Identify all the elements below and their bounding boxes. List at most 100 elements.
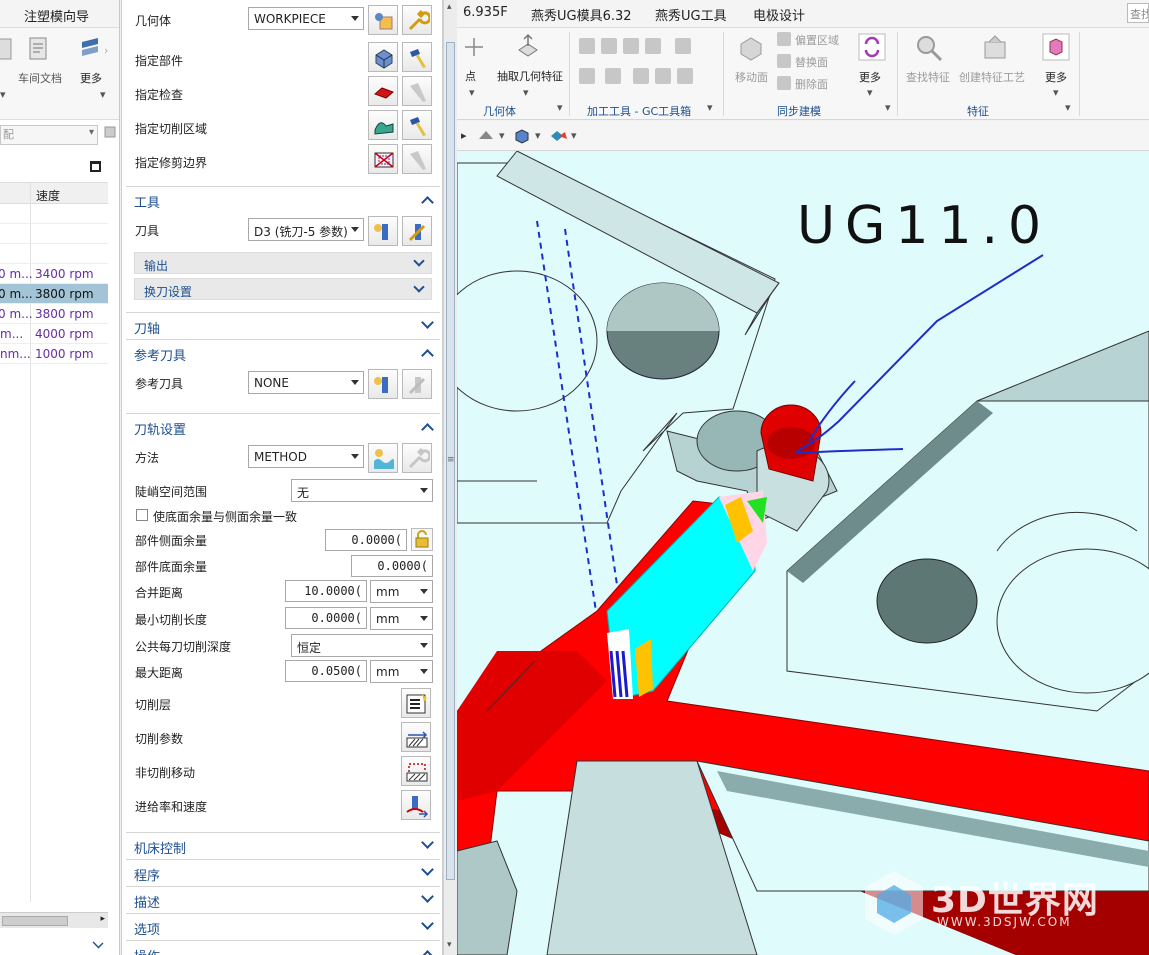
- gc-tool-icon[interactable]: [601, 38, 617, 54]
- merge-distance-input[interactable]: 10.0000(: [285, 580, 367, 602]
- gc-tool-icon[interactable]: [579, 38, 595, 54]
- feeds-speeds-button[interactable]: [401, 790, 431, 820]
- expand-chevron-icon[interactable]: [92, 937, 104, 949]
- find-feature-label[interactable]: 查找特征: [906, 69, 950, 85]
- offset-region-icon[interactable]: [777, 32, 791, 46]
- gc-tool-icon[interactable]: [579, 68, 595, 84]
- method-select[interactable]: METHOD: [248, 445, 364, 468]
- point-label[interactable]: 点: [465, 68, 476, 84]
- toolbar-icon[interactable]: [0, 36, 18, 62]
- feature-more-label[interactable]: 更多: [1045, 69, 1067, 85]
- select-check-button[interactable]: [368, 76, 398, 106]
- chevron-down-icon[interactable]: ▾: [867, 86, 873, 99]
- tool-change-subsection[interactable]: 换刀设置: [134, 278, 432, 300]
- delete-face-icon[interactable]: [777, 76, 791, 90]
- tool-section-header[interactable]: 工具: [126, 186, 440, 212]
- filter-config-icon[interactable]: [103, 123, 119, 143]
- table-row[interactable]: m... 4000 rpm: [0, 324, 108, 344]
- menu-electrode[interactable]: 电极设计: [753, 5, 805, 24]
- ribbon-chevron-icon[interactable]: ▾: [0, 88, 6, 101]
- filter-dropdown[interactable]: 配 ▾: [0, 125, 98, 145]
- max-distance-unit[interactable]: mm: [370, 660, 433, 683]
- ribbon-arrow-icon[interactable]: ›: [104, 44, 108, 57]
- dialog-scrollbar[interactable]: ▴ ≡ ▾: [443, 0, 457, 955]
- tool-select[interactable]: D3 (铣刀-5 参数): [248, 218, 364, 241]
- render-style-icon[interactable]: [477, 127, 495, 145]
- chevron-down-icon[interactable]: ▾: [499, 129, 505, 142]
- table-row-selected[interactable]: 0 m... 3800 rpm: [0, 284, 108, 304]
- table-row[interactable]: [0, 204, 108, 224]
- table-row[interactable]: [0, 244, 108, 264]
- replace-face-icon[interactable]: [777, 54, 791, 68]
- menu-item[interactable]: 6.935F: [463, 5, 508, 20]
- path-section-header[interactable]: 刀轨设置: [126, 413, 440, 439]
- description-section[interactable]: 描述: [126, 886, 440, 912]
- options-section[interactable]: 选项: [126, 913, 440, 939]
- display-check-button[interactable]: [402, 76, 432, 106]
- table-row[interactable]: 0 m... 3800 rpm: [0, 304, 108, 324]
- menu-yanxiu-tools[interactable]: 燕秀UG工具: [655, 5, 727, 24]
- mold-model-view[interactable]: UG11.0: [457, 151, 1149, 955]
- min-cut-length-input[interactable]: 0.0000(: [285, 607, 367, 629]
- same-stock-checkbox[interactable]: [136, 509, 148, 521]
- display-cut-area-button[interactable]: [402, 110, 432, 140]
- scroll-right-icon[interactable]: ▸: [100, 914, 105, 924]
- part-floor-stock-input[interactable]: 0.0000(: [351, 555, 433, 577]
- edit-ref-tool-button[interactable]: [402, 369, 432, 399]
- chevron-down-icon[interactable]: ▾: [571, 129, 577, 142]
- min-cut-length-unit[interactable]: mm: [370, 607, 433, 630]
- new-ref-tool-button[interactable]: [368, 369, 398, 399]
- table-row[interactable]: nm... 1000 rpm: [0, 344, 108, 364]
- max-distance-input[interactable]: 0.0500(: [285, 660, 367, 682]
- select-trim-button[interactable]: [368, 144, 398, 174]
- feature-more-icon[interactable]: [1041, 32, 1071, 62]
- scroll-up-icon[interactable]: ▴: [447, 2, 452, 12]
- delete-face-label[interactable]: 删除面: [795, 76, 828, 92]
- chevron-down-icon[interactable]: ▾: [535, 129, 541, 142]
- part-side-stock-input[interactable]: 0.0000(: [325, 529, 407, 551]
- chevron-down-icon[interactable]: ▾: [1053, 86, 1059, 99]
- chevron-down-icon[interactable]: ▾: [523, 86, 529, 99]
- create-feature-process-icon[interactable]: [979, 32, 1011, 64]
- gc-tool-icon[interactable]: [675, 38, 691, 54]
- maximize-icon[interactable]: [90, 161, 101, 172]
- group-chevron-icon[interactable]: ▾: [1065, 101, 1071, 114]
- cut-levels-button[interactable]: [401, 688, 431, 718]
- more-icon[interactable]: [78, 34, 104, 60]
- display-part-button[interactable]: [402, 42, 432, 72]
- table-row[interactable]: [0, 224, 108, 244]
- non-cut-moves-button[interactable]: [401, 756, 431, 786]
- horizontal-scrollbar[interactable]: ▸: [0, 912, 108, 928]
- gc-tool-icon[interactable]: [645, 38, 661, 54]
- menu-yanxiu-mold[interactable]: 燕秀UG模具6.32: [531, 5, 632, 24]
- toolbar-arrow-icon[interactable]: ▸: [461, 129, 467, 142]
- move-face-icon[interactable]: [735, 32, 767, 64]
- display-trim-button[interactable]: [402, 144, 432, 174]
- ref-tool-section-header[interactable]: 参考刀具: [126, 339, 440, 365]
- shop-doc-label[interactable]: 车间文档: [18, 70, 62, 86]
- scroll-down-icon[interactable]: ▾: [447, 940, 452, 950]
- offset-region-label[interactable]: 偏置区域: [795, 32, 839, 48]
- edit-geometry-button[interactable]: [402, 5, 432, 35]
- more-label[interactable]: 更多: [80, 70, 102, 86]
- operation-section[interactable]: 操作: [126, 940, 440, 955]
- selection-filter-icon[interactable]: [549, 127, 569, 145]
- cut-params-button[interactable]: [401, 722, 431, 752]
- search-input[interactable]: 查找: [1127, 3, 1149, 23]
- cube-view-icon[interactable]: [513, 127, 531, 145]
- gc-tool-icon[interactable]: [655, 68, 671, 84]
- replace-face-label[interactable]: 替换面: [795, 54, 828, 70]
- program-section[interactable]: 程序: [126, 859, 440, 885]
- scrollbar-thumb[interactable]: [2, 916, 68, 926]
- output-subsection[interactable]: 输出: [134, 252, 432, 274]
- select-part-button[interactable]: [368, 42, 398, 72]
- extract-geometry-icon[interactable]: [513, 32, 543, 62]
- sync-more-label[interactable]: 更多: [859, 69, 881, 85]
- gc-tool-icon[interactable]: [623, 38, 639, 54]
- select-cut-area-button[interactable]: [368, 110, 398, 140]
- edit-tool-button[interactable]: [402, 216, 432, 246]
- new-method-button[interactable]: [368, 443, 398, 473]
- lock-button[interactable]: [411, 528, 433, 551]
- group-chevron-icon[interactable]: ▾: [885, 101, 891, 114]
- more-chevron-icon[interactable]: ▾: [100, 88, 106, 101]
